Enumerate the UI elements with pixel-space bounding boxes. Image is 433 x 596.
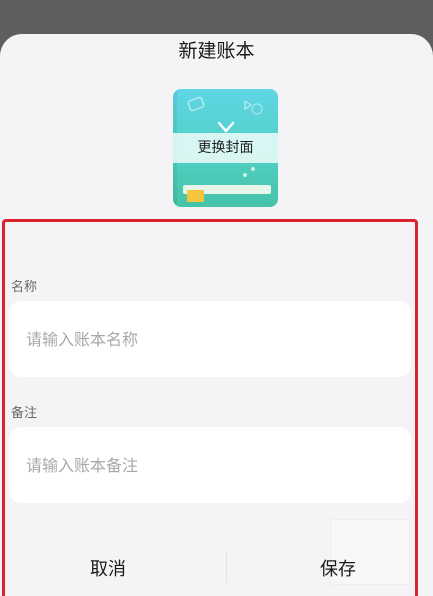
remark-label: 备注 — [11, 406, 38, 421]
save-button[interactable]: 保存 — [320, 555, 356, 581]
cover-illustration — [187, 96, 263, 133]
cover-tag — [187, 190, 204, 202]
ledger-name-input[interactable] — [9, 301, 411, 377]
change-cover-label: 更换封面 — [197, 140, 254, 156]
dialog-title: 新建账本 — [178, 40, 255, 62]
actions-divider — [226, 551, 227, 583]
name-label: 名称 — [11, 280, 38, 295]
cover-dot — [243, 173, 247, 177]
cover-picker[interactable]: 更换封面 — [173, 89, 278, 207]
cancel-button[interactable]: 取消 — [90, 555, 126, 581]
ledger-remark-input[interactable] — [9, 427, 411, 503]
cover-dot — [251, 167, 255, 171]
